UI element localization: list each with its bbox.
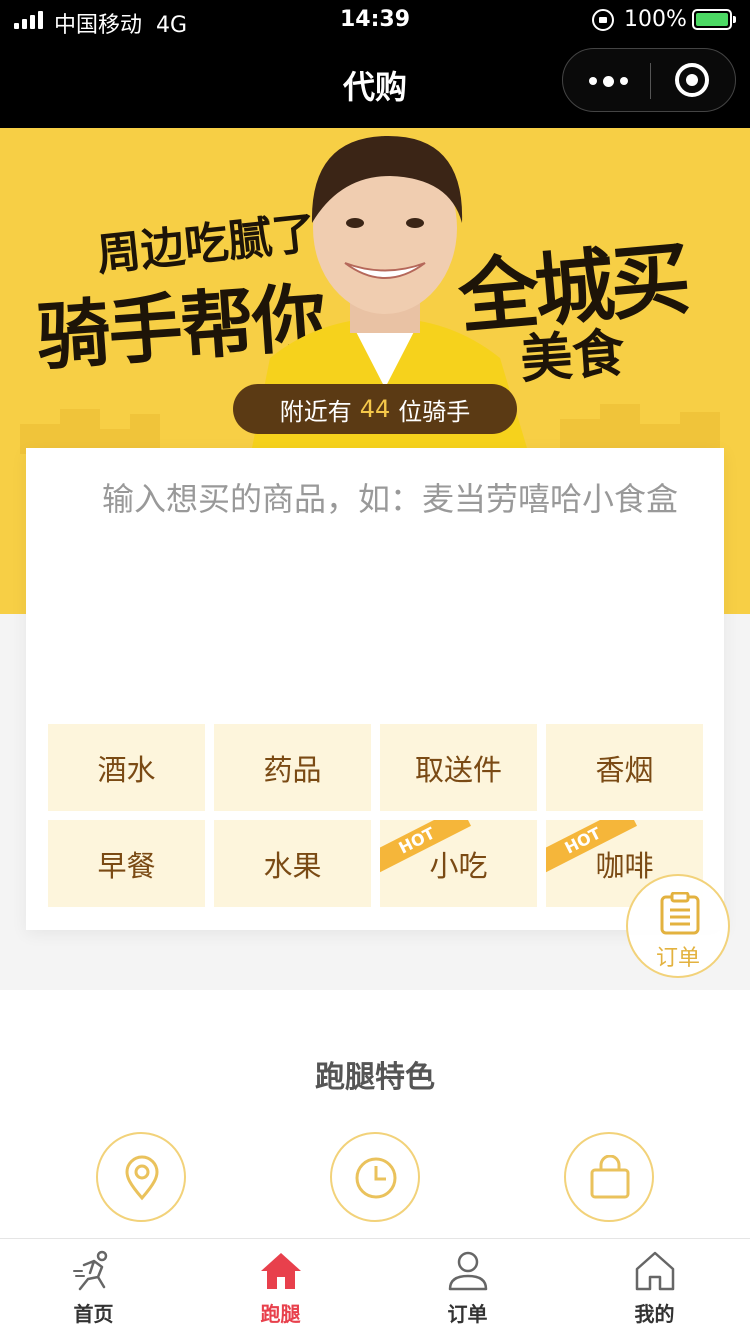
tab-bar: 首页 跑腿 订单 我的 xyxy=(0,1238,750,1334)
tab-label: 我的 xyxy=(634,1302,675,1326)
riders-prefix: 附近有 xyxy=(279,397,352,426)
category-label: 取送件 xyxy=(414,752,502,787)
runner-icon xyxy=(73,1250,108,1291)
tab-label: 跑腿 xyxy=(260,1302,301,1326)
clipboard-icon xyxy=(660,892,700,935)
capsule-divider xyxy=(650,63,651,99)
miniprogram-capsule xyxy=(562,48,736,112)
battery-icon xyxy=(692,9,736,30)
tab-errand[interactable]: 跑腿 xyxy=(187,1239,374,1334)
house-outline-icon xyxy=(635,1251,675,1291)
tab-mine[interactable]: 我的 xyxy=(561,1239,748,1334)
category-chip[interactable]: 取送件 xyxy=(380,724,537,811)
order-button-label: 订单 xyxy=(655,946,700,971)
category-chip[interactable]: 药品 xyxy=(214,724,371,811)
category-grid: 酒水 药品 取送件 香烟 早餐 水果 HOT 小吃 HOT 咖啡 xyxy=(48,724,703,907)
rotation-lock-icon xyxy=(592,9,614,31)
tab-orders[interactable]: 订单 xyxy=(374,1239,561,1334)
floating-order-button[interactable]: 订单 xyxy=(626,874,730,978)
category-chip[interactable]: 酒水 xyxy=(48,724,205,811)
nav-bar: 代购 xyxy=(0,40,750,128)
tab-label: 订单 xyxy=(447,1302,488,1326)
features-section: 跑腿特色 xyxy=(0,990,750,1238)
battery-percent: 100% xyxy=(624,7,687,32)
features-heading: 跑腿特色 xyxy=(315,1060,435,1095)
tab-home[interactable]: 首页 xyxy=(0,1239,187,1334)
riders-suffix: 位骑手 xyxy=(398,397,471,426)
item-description-input[interactable]: 输入想买的商品，如：麦当劳嘻哈小食盒 xyxy=(102,480,692,518)
clock-icon xyxy=(330,1132,420,1222)
status-bar: 中国移动 4G 14:39 100% xyxy=(0,0,750,40)
banner-slogan-4: 美食 xyxy=(518,322,627,391)
tab-label: 首页 xyxy=(73,1302,114,1326)
close-miniprogram-icon[interactable] xyxy=(675,63,709,97)
category-label: 早餐 xyxy=(97,848,156,883)
home-icon xyxy=(261,1253,301,1289)
category-chip[interactable]: 水果 xyxy=(214,820,371,907)
category-chip[interactable]: 香烟 xyxy=(546,724,703,811)
category-label: 水果 xyxy=(263,848,322,883)
user-icon xyxy=(448,1251,488,1291)
nearby-riders-badge: 附近有 44 位骑手 xyxy=(233,384,517,434)
order-input-card: 输入想买的商品，如：麦当劳嘻哈小食盒 酒水 药品 取送件 香烟 早餐 水果 HO… xyxy=(26,448,724,930)
shopping-bag-icon xyxy=(564,1132,654,1222)
category-label: 药品 xyxy=(263,752,322,787)
category-chip[interactable]: HOT 小吃 xyxy=(380,820,537,907)
category-label: 香烟 xyxy=(595,752,654,787)
category-label: 小吃 xyxy=(429,848,488,883)
location-pin-icon xyxy=(96,1132,186,1222)
riders-count: 44 xyxy=(359,395,391,423)
category-label: 酒水 xyxy=(97,752,156,787)
more-icon[interactable] xyxy=(589,71,629,91)
category-label: 咖啡 xyxy=(595,848,654,883)
category-chip[interactable]: 早餐 xyxy=(48,820,205,907)
